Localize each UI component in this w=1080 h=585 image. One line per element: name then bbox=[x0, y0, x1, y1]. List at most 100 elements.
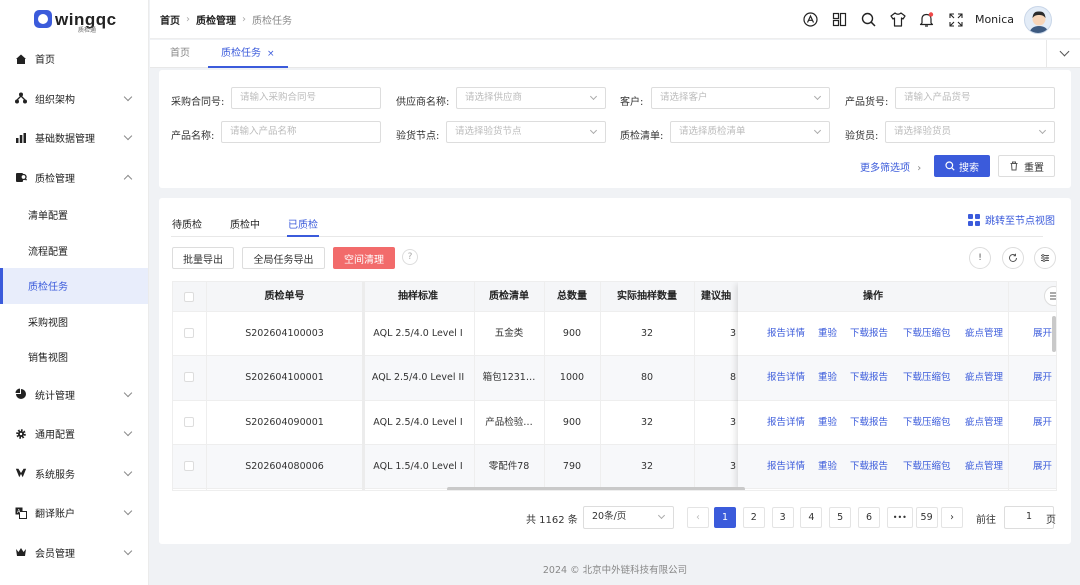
cell-order-no: S202604100003 bbox=[245, 328, 324, 339]
sidebar-subitem-label: 流程配置 bbox=[28, 246, 68, 258]
cell-suggest: 3 bbox=[729, 328, 736, 339]
refresh-icon[interactable] bbox=[1002, 247, 1024, 269]
next-page-button[interactable]: › bbox=[941, 507, 963, 528]
breadcrumb-current: 质检任务 bbox=[252, 15, 292, 27]
inspector-select[interactable]: 请选择验货员 bbox=[885, 121, 1055, 143]
cell-qc-list: 箱包1231… bbox=[482, 372, 536, 384]
logo-icon bbox=[34, 10, 52, 28]
sidebar-subitem-label: 质检任务 bbox=[28, 282, 68, 294]
sidebar-item-label: 质检管理 bbox=[35, 173, 75, 185]
info-icon[interactable]: ! bbox=[969, 247, 991, 269]
total-count: 共 1162 条 bbox=[526, 515, 578, 526]
row-checkbox[interactable] bbox=[184, 328, 194, 338]
fullscreen-icon[interactable] bbox=[948, 12, 964, 28]
page-button[interactable]: 3 bbox=[771, 507, 794, 528]
row-checkbox[interactable] bbox=[184, 372, 194, 383]
tab-pending[interactable]: 待质检 bbox=[172, 216, 202, 231]
row-checkbox[interactable] bbox=[184, 460, 194, 471]
page-tabs: 首页 质检任务 × bbox=[150, 40, 1080, 68]
breadcrumb-qc-manage[interactable]: 质检管理 bbox=[196, 12, 236, 27]
translate-a-icon[interactable] bbox=[803, 12, 819, 28]
cell-actual-sample: 80 bbox=[640, 372, 654, 384]
shirt-icon[interactable] bbox=[890, 12, 906, 28]
sidebar-item-home[interactable]: 首页 bbox=[0, 39, 148, 79]
page-button[interactable]: 4 bbox=[800, 507, 823, 528]
column-header-suggest: 建议抽 bbox=[701, 291, 731, 302]
layout-grid-icon[interactable] bbox=[832, 12, 848, 28]
horizontal-scrollbar[interactable] bbox=[447, 487, 745, 490]
select-all-checkbox[interactable] bbox=[184, 292, 194, 302]
page-button[interactable]: 6 bbox=[858, 507, 880, 528]
breadcrumb-separator-icon: › bbox=[186, 13, 190, 25]
cell-order-no: S202604080006 bbox=[245, 460, 324, 472]
search-icon bbox=[945, 161, 955, 171]
avatar[interactable] bbox=[1024, 5, 1052, 34]
column-settings-icon[interactable] bbox=[1034, 247, 1056, 269]
breadcrumb-home[interactable]: 首页 bbox=[160, 12, 180, 27]
user-name[interactable]: Monica bbox=[975, 13, 1014, 26]
sidebar-item-base-data[interactable]: 基础数据管理 bbox=[0, 118, 148, 158]
page-size-select[interactable]: 20条/页 bbox=[583, 506, 674, 529]
contract-input[interactable]: 请输入采购合同号 bbox=[231, 87, 381, 109]
node-select[interactable]: 请选择验货节点 bbox=[446, 121, 606, 143]
bell-icon[interactable] bbox=[919, 11, 935, 28]
sidebar-subitem-purchase-view[interactable]: 采购视图 bbox=[0, 304, 148, 340]
search-icon[interactable] bbox=[861, 12, 877, 28]
qc-list-select[interactable]: 请选择质检清单 bbox=[670, 121, 830, 143]
space-clean-button[interactable]: 空间清理 bbox=[333, 247, 395, 269]
logo[interactable]: wingqc 质检通 bbox=[0, 0, 148, 38]
menu-icon[interactable] bbox=[1044, 286, 1056, 306]
chevron-down-icon bbox=[1038, 126, 1047, 135]
chevron-down-icon[interactable] bbox=[1059, 46, 1070, 57]
batch-export-button[interactable]: 批量导出 bbox=[172, 247, 234, 269]
sidebar-subitem-sales-view[interactable]: 销售视图 bbox=[0, 339, 148, 375]
filter-panel: 采购合同号: 请输入采购合同号 供应商名称: 请选择供应商 客户: 请选择客户 … bbox=[159, 70, 1071, 188]
vertical-scrollbar[interactable] bbox=[1052, 316, 1056, 352]
row-checkbox[interactable] bbox=[184, 416, 194, 427]
tab-in-progress[interactable]: 质检中 bbox=[230, 216, 260, 231]
active-tab-indicator bbox=[287, 235, 319, 237]
cell-actual-sample: 32 bbox=[640, 460, 654, 472]
product-no-input[interactable]: 请输入产品货号 bbox=[895, 87, 1055, 109]
cell-actual-sample: 32 bbox=[640, 328, 654, 339]
sidebar-item-stats[interactable]: 统计管理 bbox=[0, 375, 148, 415]
top-header: 首页 › 质检管理 › 质检任务 Monica bbox=[150, 0, 1080, 39]
customer-label: 客户: bbox=[620, 97, 644, 108]
logo-subtitle: 质检通 bbox=[78, 27, 97, 34]
customer-select[interactable]: 请选择客户 bbox=[651, 87, 830, 109]
prev-page-button[interactable]: ‹ bbox=[687, 507, 709, 528]
page-button[interactable]: 59 bbox=[915, 507, 938, 528]
cell-qc-list: 五金类 bbox=[494, 328, 524, 339]
sidebar-item-translate[interactable]: A 翻译账户 bbox=[0, 493, 148, 533]
sidebar-item-member[interactable]: 会员管理 bbox=[0, 533, 148, 573]
chevron-down-icon bbox=[589, 126, 598, 135]
help-icon[interactable]: ? bbox=[402, 249, 418, 265]
org-icon bbox=[15, 92, 27, 104]
sidebar-subitem-qc-task[interactable]: 质检任务 bbox=[0, 268, 148, 304]
product-name-input[interactable]: 请输入产品名称 bbox=[221, 121, 381, 143]
sidebar-subitem-flow-config[interactable]: 流程配置 bbox=[0, 233, 148, 269]
reset-button[interactable]: 重置 bbox=[998, 155, 1055, 177]
search-button[interactable]: 搜索 bbox=[934, 155, 990, 177]
page-button[interactable]: ••• bbox=[886, 507, 913, 528]
sidebar-item-org[interactable]: 组织架构 bbox=[0, 79, 148, 119]
supplier-select[interactable]: 请选择供应商 bbox=[456, 87, 606, 109]
page-button[interactable]: 2 bbox=[742, 507, 765, 528]
header-toolbar: Monica bbox=[803, 0, 1080, 39]
jump-node-view-link[interactable]: 跳转至节点视图 bbox=[968, 212, 1055, 227]
close-icon[interactable]: × bbox=[267, 49, 275, 59]
sidebar-subitem-list-config[interactable]: 清单配置 bbox=[0, 197, 148, 233]
tab-done[interactable]: 已质检 bbox=[288, 216, 318, 231]
sidebar-item-general-config[interactable]: 通用配置 bbox=[0, 414, 148, 454]
cell-total: 900 bbox=[562, 328, 582, 339]
column-divider bbox=[544, 282, 545, 490]
more-filters-link[interactable]: 更多筛选项 › bbox=[860, 159, 921, 174]
tab-qc-task[interactable]: 质检任务 × bbox=[208, 40, 288, 68]
sidebar-item-qc-manage[interactable]: 质检管理 bbox=[0, 158, 148, 198]
page-button[interactable]: 1 bbox=[714, 507, 736, 528]
page-button[interactable]: 5 bbox=[829, 507, 852, 528]
pie-icon bbox=[15, 388, 27, 400]
sidebar-item-system-service[interactable]: 系统服务 bbox=[0, 454, 148, 494]
global-export-button[interactable]: 全局任务导出 bbox=[242, 247, 325, 269]
tab-home[interactable]: 首页 bbox=[170, 40, 190, 68]
